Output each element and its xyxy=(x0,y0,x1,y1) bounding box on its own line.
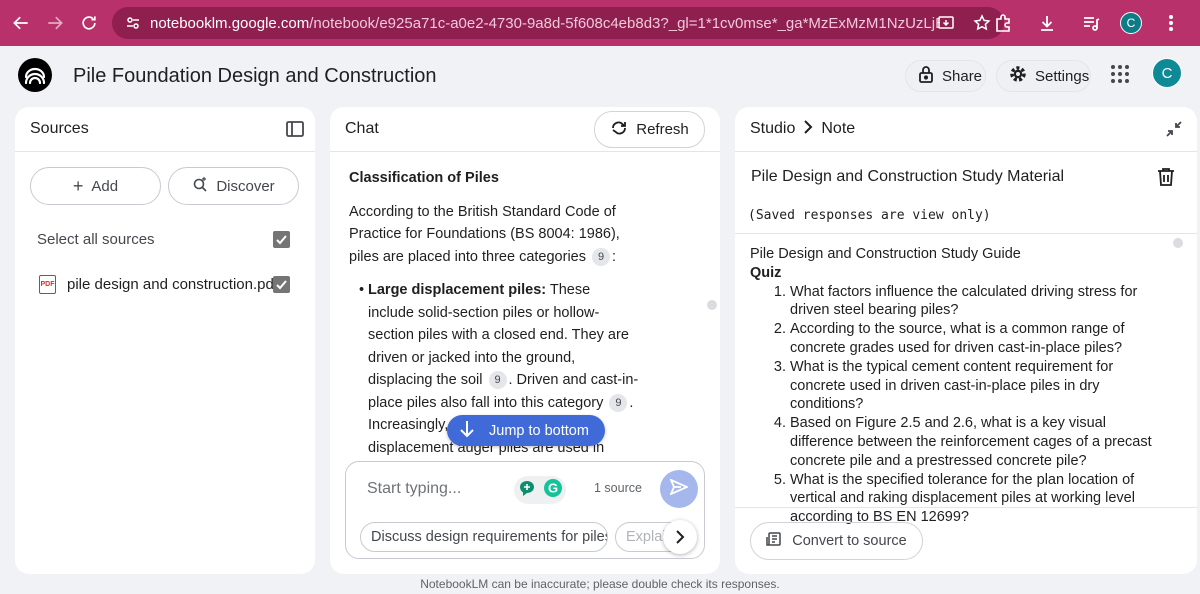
quiz-question: According to the source, what is a commo… xyxy=(790,320,1170,358)
disclaimer-text: NotebookLM can be inaccurate; please dou… xyxy=(420,577,780,591)
chevron-right-icon[interactable] xyxy=(663,520,697,554)
add-source-button[interactable]: + Add xyxy=(30,167,161,205)
install-app-icon[interactable] xyxy=(934,11,958,35)
note-convert-icon xyxy=(766,531,782,551)
quiz-question: What is the specified tolerance for the … xyxy=(790,471,1170,527)
assistant-add-icon[interactable] xyxy=(518,479,536,502)
extensions-icon[interactable] xyxy=(988,6,1018,40)
notebooklm-logo-icon[interactable] xyxy=(18,58,52,92)
arrow-down-icon xyxy=(459,420,475,442)
breadcrumb-note: Note xyxy=(821,120,856,137)
source-checkbox[interactable] xyxy=(273,276,290,293)
response-heading: Classification of Piles xyxy=(349,170,499,186)
settings-button[interactable]: Settings xyxy=(996,60,1091,92)
discover-sparkle-icon xyxy=(192,176,208,196)
jump-to-bottom-button[interactable]: Jump to bottom xyxy=(447,415,605,446)
chat-panel: Chat Refresh Classification of Piles Acc… xyxy=(330,107,720,574)
citation-badge[interactable]: 9 xyxy=(592,247,611,266)
collapse-icon[interactable] xyxy=(1165,120,1183,138)
reload-icon[interactable] xyxy=(72,6,106,40)
apps-grid-icon[interactable] xyxy=(1110,64,1134,88)
note-scrollbar-thumb[interactable] xyxy=(1173,238,1183,248)
writing-assistant-icons[interactable]: G xyxy=(514,476,566,504)
studio-header: Studio Note xyxy=(735,107,1197,152)
grammarly-icon[interactable]: G xyxy=(543,478,563,503)
convert-label: Convert to source xyxy=(792,533,907,549)
quiz-heading: Quiz xyxy=(750,264,782,281)
sources-panel: Sources + Add Discover Select all source… xyxy=(15,107,315,574)
settings-label: Settings xyxy=(1035,67,1090,85)
breadcrumb-studio[interactable]: Studio xyxy=(750,120,795,138)
quiz-question: What factors influence the calculated dr… xyxy=(790,283,1170,321)
view-only-notice: (Saved responses are view only) xyxy=(748,208,991,223)
page-title[interactable]: Pile Foundation Design and Construction xyxy=(73,65,437,88)
add-label: Add xyxy=(91,177,119,195)
site-info-icon[interactable] xyxy=(122,12,144,34)
studio-panel: Studio Note Pile Design and Construction… xyxy=(735,107,1197,574)
response-paragraph: According to the British Standard Code o… xyxy=(349,203,620,266)
quiz-list: What factors influence the calculated dr… xyxy=(790,283,1170,527)
quiz-question: What is the typical cement content requi… xyxy=(790,358,1170,414)
jump-label: Jump to bottom xyxy=(489,422,589,439)
refresh-label: Refresh xyxy=(636,121,689,138)
citation-badge[interactable]: 9 xyxy=(609,393,628,412)
sources-title: Sources xyxy=(30,120,89,137)
send-icon xyxy=(669,477,690,500)
browser-menu-icon[interactable] xyxy=(1156,6,1186,40)
chat-composer: Start typing... G 1 source Discuss desig… xyxy=(345,461,705,559)
select-all-checkbox[interactable] xyxy=(273,231,290,248)
citation-badge[interactable]: 9 xyxy=(488,371,507,389)
quiz-question: Based on Figure 2.5 and 2.6, what is a k… xyxy=(790,414,1170,470)
trash-icon[interactable] xyxy=(1157,167,1177,189)
chat-messages[interactable]: Classification of Piles According to the… xyxy=(330,152,720,458)
media-queue-icon[interactable] xyxy=(1076,6,1106,40)
svg-text:G: G xyxy=(547,480,557,495)
guide-title: Pile Design and Construction Study Guide xyxy=(750,246,1021,262)
breadcrumb: Studio Note xyxy=(750,119,856,139)
sources-header: Sources xyxy=(15,107,315,152)
download-icon[interactable] xyxy=(1032,6,1062,40)
lock-icon xyxy=(918,65,934,87)
divider xyxy=(735,507,1197,508)
chat-scrollbar-thumb[interactable] xyxy=(707,300,717,310)
refresh-icon xyxy=(610,120,628,140)
source-item[interactable]: PDF pile design and construction.pdf xyxy=(39,274,299,298)
browser-toolbar: notebooklm.google.com/notebook/e925a71c-… xyxy=(0,0,1200,46)
send-button[interactable] xyxy=(660,470,698,508)
pdf-icon: PDF xyxy=(39,275,56,294)
convert-to-source-button[interactable]: Convert to source xyxy=(750,522,923,560)
note-content: Pile Design and Construction Study Guide… xyxy=(750,245,1170,527)
back-icon[interactable] xyxy=(4,6,38,40)
refresh-button[interactable]: Refresh xyxy=(594,111,705,148)
chat-input[interactable]: Start typing... xyxy=(367,480,461,498)
user-avatar[interactable]: C xyxy=(1152,58,1182,88)
chat-title: Chat xyxy=(345,120,379,137)
source-count: 1 source xyxy=(594,481,642,495)
chevron-right-icon xyxy=(803,119,813,139)
browser-profile-avatar[interactable]: C xyxy=(1120,12,1142,34)
select-all-label: Select all sources xyxy=(37,231,155,248)
discover-button[interactable]: Discover xyxy=(168,167,299,205)
forward-icon[interactable] xyxy=(38,6,72,40)
plus-icon: + xyxy=(72,176,84,196)
suggestion-chip[interactable]: Discuss design requirements for piles. xyxy=(360,522,608,552)
source-name: pile design and construction.pdf xyxy=(67,276,278,293)
address-bar[interactable]: notebooklm.google.com/notebook/e925a71c-… xyxy=(112,7,1004,39)
note-title[interactable]: Pile Design and Construction Study Mater… xyxy=(751,168,1064,186)
chat-header: Chat Refresh xyxy=(330,107,720,152)
share-button[interactable]: Share xyxy=(905,60,986,92)
url-text: notebooklm.google.com/notebook/e925a71c-… xyxy=(150,14,940,32)
divider xyxy=(735,233,1197,234)
gear-icon xyxy=(1009,65,1027,87)
app-header: Pile Foundation Design and Construction … xyxy=(0,46,1200,106)
panel-toggle-icon[interactable] xyxy=(285,119,305,139)
share-label: Share xyxy=(942,67,983,85)
discover-label: Discover xyxy=(216,177,275,195)
